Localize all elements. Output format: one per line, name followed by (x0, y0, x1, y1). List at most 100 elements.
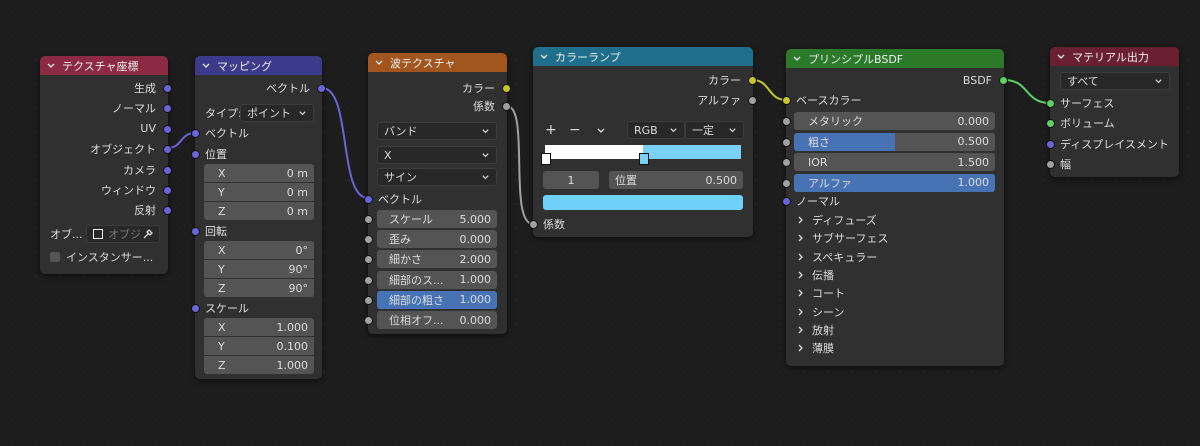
profile-dropdown[interactable]: サイン (377, 168, 497, 186)
output-socket[interactable] (163, 84, 172, 93)
wave-texture-node[interactable]: 波テクスチャ カラー 係数 バンド X サイン ベクトル スケール 5.000 歪み… (364, 53, 511, 334)
wave-type-dropdown[interactable]: バンド (377, 122, 497, 140)
output-socket-color[interactable] (748, 76, 757, 85)
bsdf-field[interactable]: IOR 1.500 (794, 153, 995, 171)
active-color-swatch[interactable] (543, 195, 743, 210)
input-socket[interactable] (1046, 99, 1055, 108)
input-socket-scale[interactable] (191, 304, 200, 313)
chevron-down-icon[interactable] (539, 52, 549, 62)
location-x-field[interactable]: X 0 m (204, 164, 314, 182)
output-socket-fac[interactable] (502, 102, 511, 111)
principled-bsdf-node[interactable]: プリンシプルBSDF BSDF ベースカラー メタリック 0.000 粗さ 0.500… (782, 49, 1008, 366)
wave-param-field[interactable]: 細かさ 2.000 (377, 250, 497, 269)
location-y-field[interactable]: Y 0 m (204, 183, 314, 201)
eyedropper-icon[interactable] (143, 229, 153, 239)
position-field[interactable]: 位置 0.500 (609, 171, 743, 189)
output-socket-color[interactable] (502, 84, 511, 93)
rotation-z-field[interactable]: Z 90° (204, 279, 314, 297)
chevron-right-icon[interactable] (796, 325, 806, 335)
target-dropdown[interactable]: すべて (1060, 72, 1170, 90)
input-socket-location[interactable] (191, 150, 200, 159)
mapping-header[interactable]: マッピング (195, 56, 322, 75)
instancer-checkbox[interactable] (50, 252, 60, 262)
chevron-right-icon[interactable] (796, 270, 806, 280)
output-socket-bsdf[interactable] (999, 76, 1008, 85)
input-socket-fac[interactable] (529, 220, 538, 229)
scale-y-field[interactable]: Y 0.100 (204, 337, 314, 355)
chevron-right-icon[interactable] (796, 288, 806, 298)
panel-row[interactable]: シーン (796, 303, 844, 321)
wave-param-field[interactable]: 細部のス... 1.000 (377, 270, 497, 289)
input-socket[interactable] (782, 178, 791, 188)
bsdf-field[interactable]: メタリック 0.000 (794, 112, 995, 130)
output-socket[interactable] (163, 186, 172, 195)
input-socket[interactable] (364, 295, 373, 305)
chevron-down-icon[interactable] (201, 61, 211, 71)
color-stop-handle[interactable] (541, 153, 551, 165)
panel-row[interactable]: 薄膜 (796, 339, 834, 357)
wave-param-field[interactable]: 歪み 0.000 (377, 230, 497, 249)
panel-row[interactable]: サブサーフェス (796, 229, 888, 247)
output-socket-vector[interactable] (317, 84, 326, 93)
chevron-right-icon[interactable] (796, 215, 806, 225)
location-z-field[interactable]: Z 0 m (204, 202, 314, 220)
rotation-x-field[interactable]: X 0° (204, 241, 314, 259)
input-socket-vector[interactable] (191, 129, 200, 138)
bsdf-field[interactable]: 粗さ 0.500 (794, 132, 995, 151)
input-socket-vector[interactable] (364, 195, 373, 204)
wave-param-field[interactable]: スケール 5.000 (377, 210, 497, 228)
panel-row[interactable]: ディフューズ (796, 211, 877, 229)
bsdf-header[interactable]: プリンシプルBSDF (786, 49, 1004, 68)
output-socket[interactable] (163, 165, 172, 175)
panel-row[interactable]: 伝播 (796, 266, 834, 284)
input-socket[interactable] (1046, 119, 1055, 129)
texture-coordinate-node[interactable]: テクスチャ座標 生成 ノーマル UV オブジェクト カメラ ウィンドウ 反射 オブ... オ… (40, 56, 172, 274)
chevron-down-icon[interactable] (374, 58, 384, 68)
input-socket[interactable] (364, 275, 373, 285)
wave-header[interactable]: 波テクスチャ (368, 53, 507, 72)
chevron-right-icon[interactable] (796, 343, 806, 353)
panel-row[interactable]: 放射 (796, 321, 834, 339)
add-stop-button[interactable]: + (545, 121, 557, 139)
scale-x-field[interactable]: X 1.000 (204, 318, 314, 336)
rotation-y-field[interactable]: Y 90° (204, 260, 314, 278)
instancer-row[interactable]: インスタンサー... (50, 248, 153, 266)
chevron-right-icon[interactable] (796, 307, 806, 317)
object-picker[interactable]: オブジ (86, 225, 160, 243)
direction-dropdown[interactable]: X (377, 146, 497, 164)
output-socket[interactable] (163, 124, 172, 134)
input-socket[interactable] (364, 255, 373, 265)
scale-z-field[interactable]: Z 1.000 (204, 356, 314, 374)
input-socket[interactable] (364, 215, 373, 224)
texture-coordinate-header[interactable]: テクスチャ座標 (40, 56, 168, 75)
type-dropdown[interactable]: ポイント (240, 104, 314, 122)
color-mode-dropdown[interactable]: RGB (627, 121, 685, 139)
input-socket[interactable] (782, 158, 791, 167)
input-socket[interactable] (364, 235, 373, 245)
wave-param-field[interactable]: 細部の粗さ 1.000 (377, 290, 497, 309)
input-socket[interactable] (364, 316, 373, 325)
stop-index-field[interactable]: 1 (543, 171, 599, 189)
input-socket[interactable] (1046, 139, 1055, 149)
chevron-right-icon[interactable] (796, 233, 806, 243)
panel-row[interactable]: コート (796, 284, 845, 302)
wave-param-field[interactable]: 位相オフ... 0.000 (377, 311, 497, 329)
color-ramp-header[interactable]: カラーランプ (533, 47, 753, 66)
color-ramp-node[interactable]: カラーランプ カラー アルファ + − RGB 一定 1 位置 0.500 係数 (529, 47, 757, 237)
mapping-node[interactable]: マッピング ベクトル タイプ: ポイント ベクトル 位置 X 0 m Y 0 m Z 0 … (191, 56, 326, 379)
input-socket[interactable] (782, 137, 791, 147)
input-socket-rotation[interactable] (191, 227, 200, 236)
chevron-down-icon[interactable] (596, 126, 606, 136)
remove-stop-button[interactable]: − (569, 121, 581, 139)
chevron-down-icon[interactable] (1056, 52, 1066, 62)
input-socket[interactable] (1046, 159, 1055, 169)
chevron-down-icon[interactable] (792, 54, 802, 64)
output-header[interactable]: マテリアル出力 (1050, 47, 1179, 66)
bsdf-field[interactable]: アルファ 1.000 (794, 173, 995, 192)
chevron-right-icon[interactable] (796, 252, 806, 262)
panel-row[interactable]: スペキュラー (796, 248, 877, 266)
interpolation-dropdown[interactable]: 一定 (685, 121, 744, 139)
chevron-down-icon[interactable] (46, 61, 56, 71)
input-socket-base-color[interactable] (782, 96, 791, 105)
input-socket-normal[interactable] (782, 197, 791, 206)
